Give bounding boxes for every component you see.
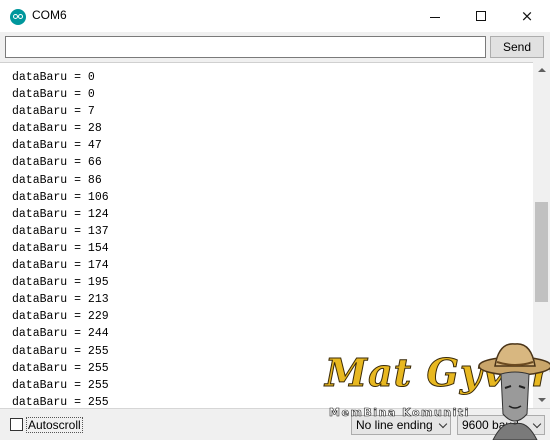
scroll-thumb[interactable] [535, 202, 548, 302]
baud-rate-select[interactable]: 9600 baud [457, 415, 545, 435]
chevron-down-icon [438, 419, 448, 429]
output-line: dataBaru = 255 [12, 361, 109, 375]
line-ending-select[interactable]: No line ending [351, 415, 451, 435]
send-toolbar: Send [0, 32, 550, 62]
serial-output[interactable]: dataBaru = 0 dataBaru = 0 dataBaru = 7 data… [0, 62, 533, 408]
line-ending-value: No line ending [356, 418, 433, 432]
output-line: dataBaru = 0 [12, 88, 95, 102]
maximize-button[interactable] [458, 0, 504, 32]
window-title: COM6 [32, 8, 67, 22]
vertical-scrollbar[interactable] [533, 62, 550, 408]
arrow-down-icon [537, 398, 546, 402]
output-line: dataBaru = 255 [12, 344, 109, 358]
send-button[interactable]: Send [490, 36, 544, 58]
output-line: dataBaru = 255 [12, 395, 109, 408]
output-line: dataBaru = 86 [12, 173, 102, 187]
output-line: dataBaru = 174 [12, 259, 109, 273]
output-lines: dataBaru = 0 dataBaru = 0 dataBaru = 7 data… [12, 69, 109, 408]
autoscroll-label[interactable]: Autoscroll [26, 417, 83, 433]
close-button[interactable]: × [504, 0, 550, 32]
output-line: dataBaru = 124 [12, 207, 109, 221]
maximize-icon [476, 11, 486, 21]
output-line: dataBaru = 47 [12, 139, 102, 153]
chevron-down-icon [532, 419, 542, 429]
output-line: dataBaru = 195 [12, 276, 109, 290]
arrow-up-icon [537, 68, 546, 72]
baud-rate-value: 9600 baud [462, 418, 519, 432]
output-line: dataBaru = 229 [12, 310, 109, 324]
status-bar: Autoscroll No line ending 9600 baud [0, 408, 550, 440]
minimize-button[interactable] [412, 0, 458, 32]
output-line: dataBaru = 137 [12, 224, 109, 238]
output-line: dataBaru = 7 [12, 105, 95, 119]
autoscroll-checkbox[interactable] [10, 418, 23, 431]
output-line: dataBaru = 0 [12, 71, 95, 84]
scroll-down-button[interactable] [533, 392, 550, 408]
send-input[interactable] [5, 36, 486, 58]
output-line: dataBaru = 106 [12, 190, 109, 204]
output-line: dataBaru = 154 [12, 241, 109, 255]
close-icon: × [520, 7, 534, 25]
output-line: dataBaru = 255 [12, 378, 109, 392]
title-bar: COM6 × [0, 0, 550, 32]
output-line: dataBaru = 66 [12, 156, 102, 170]
scroll-up-button[interactable] [533, 62, 550, 78]
minimize-icon [430, 16, 440, 18]
output-line: dataBaru = 213 [12, 293, 109, 307]
arduino-icon [10, 9, 26, 25]
output-line: dataBaru = 28 [12, 122, 102, 136]
output-line: dataBaru = 244 [12, 327, 109, 341]
